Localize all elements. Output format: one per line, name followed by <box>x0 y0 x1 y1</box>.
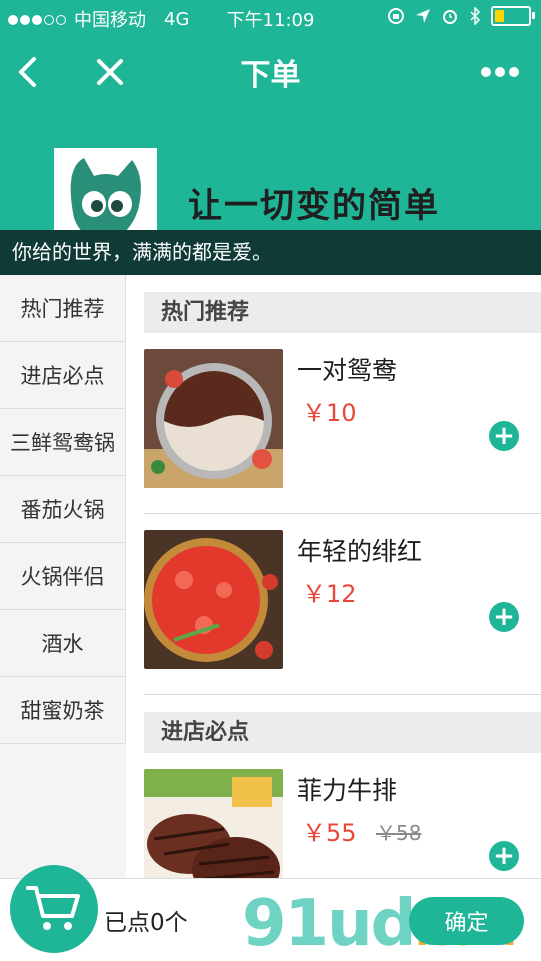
dish-price: ￥55 <box>302 819 357 847</box>
category-drinks[interactable]: 酒水 <box>0 610 126 677</box>
menu-list[interactable]: 热门推荐 一对鸳鸯 ￥10 + 年轻的绯红 ￥12 + 进店必点 菲力牛排 ￥5… <box>127 275 541 878</box>
dish-name: 菲力牛排 <box>297 776 398 805</box>
shop-slogan: 让一切变的简单 <box>188 186 440 226</box>
shopping-cart-icon <box>26 886 80 930</box>
dish-image <box>144 769 283 878</box>
dish-image <box>144 530 283 669</box>
category-hot[interactable]: 热门推荐 <box>0 275 126 342</box>
ordered-count: 已点0个 <box>104 910 188 936</box>
page-title: 下单 <box>240 58 301 93</box>
confirm-button[interactable]: 确定 <box>409 897 524 945</box>
menu-item[interactable]: 菲力牛排 ￥55 ￥58 + <box>144 753 541 878</box>
category-sidebar: 热门推荐 进店必点 三鲜鸳鸯锅 番茄火锅 火锅伴侣 酒水 甜蜜奶茶 <box>0 275 126 878</box>
dish-original-price: ￥58 <box>376 821 422 845</box>
section-header: 进店必点 <box>144 712 541 753</box>
category-sides[interactable]: 火锅伴侣 <box>0 543 126 610</box>
section-header: 热门推荐 <box>144 292 541 333</box>
add-to-cart-button[interactable]: + <box>489 602 519 632</box>
plus-icon: + <box>493 421 515 451</box>
add-to-cart-button[interactable]: + <box>489 421 519 451</box>
menu-item[interactable]: 年轻的绯红 ￥12 + <box>144 514 541 695</box>
cart-button[interactable] <box>10 865 98 953</box>
dish-image <box>144 349 283 488</box>
alarm-icon <box>443 10 457 24</box>
plus-icon: + <box>493 841 515 871</box>
cart-bar: 已点0个 91ud.com 确定 <box>0 865 541 961</box>
more-dots-icon <box>481 67 519 77</box>
more-button[interactable] <box>478 52 522 92</box>
clock: 下午11:09 <box>226 10 315 31</box>
nav-bar: 下单 <box>0 36 541 106</box>
dish-price: ￥10 <box>302 399 357 427</box>
battery-icon <box>491 6 535 26</box>
status-bar: 中国移动 4G 下午11:09 <box>0 0 541 36</box>
add-to-cart-button[interactable]: + <box>489 841 519 871</box>
plus-icon: + <box>493 602 515 632</box>
bluetooth-icon <box>470 7 481 25</box>
category-seafood-pot[interactable]: 三鲜鸳鸯锅 <box>0 409 126 476</box>
location-icon <box>416 9 430 23</box>
orientation-lock-icon <box>388 8 404 24</box>
dish-price: ￥12 <box>302 580 357 608</box>
shop-subtitle: 你给的世界，满满的都是爱。 <box>0 230 541 275</box>
menu-item[interactable]: 一对鸳鸯 ￥10 + <box>144 333 541 514</box>
category-must-order[interactable]: 进店必点 <box>0 342 126 409</box>
category-tomato-pot[interactable]: 番茄火锅 <box>0 476 126 543</box>
dish-name: 年轻的绯红 <box>297 537 423 566</box>
dish-name: 一对鸳鸯 <box>297 356 398 385</box>
category-milk-tea[interactable]: 甜蜜奶茶 <box>0 677 126 744</box>
